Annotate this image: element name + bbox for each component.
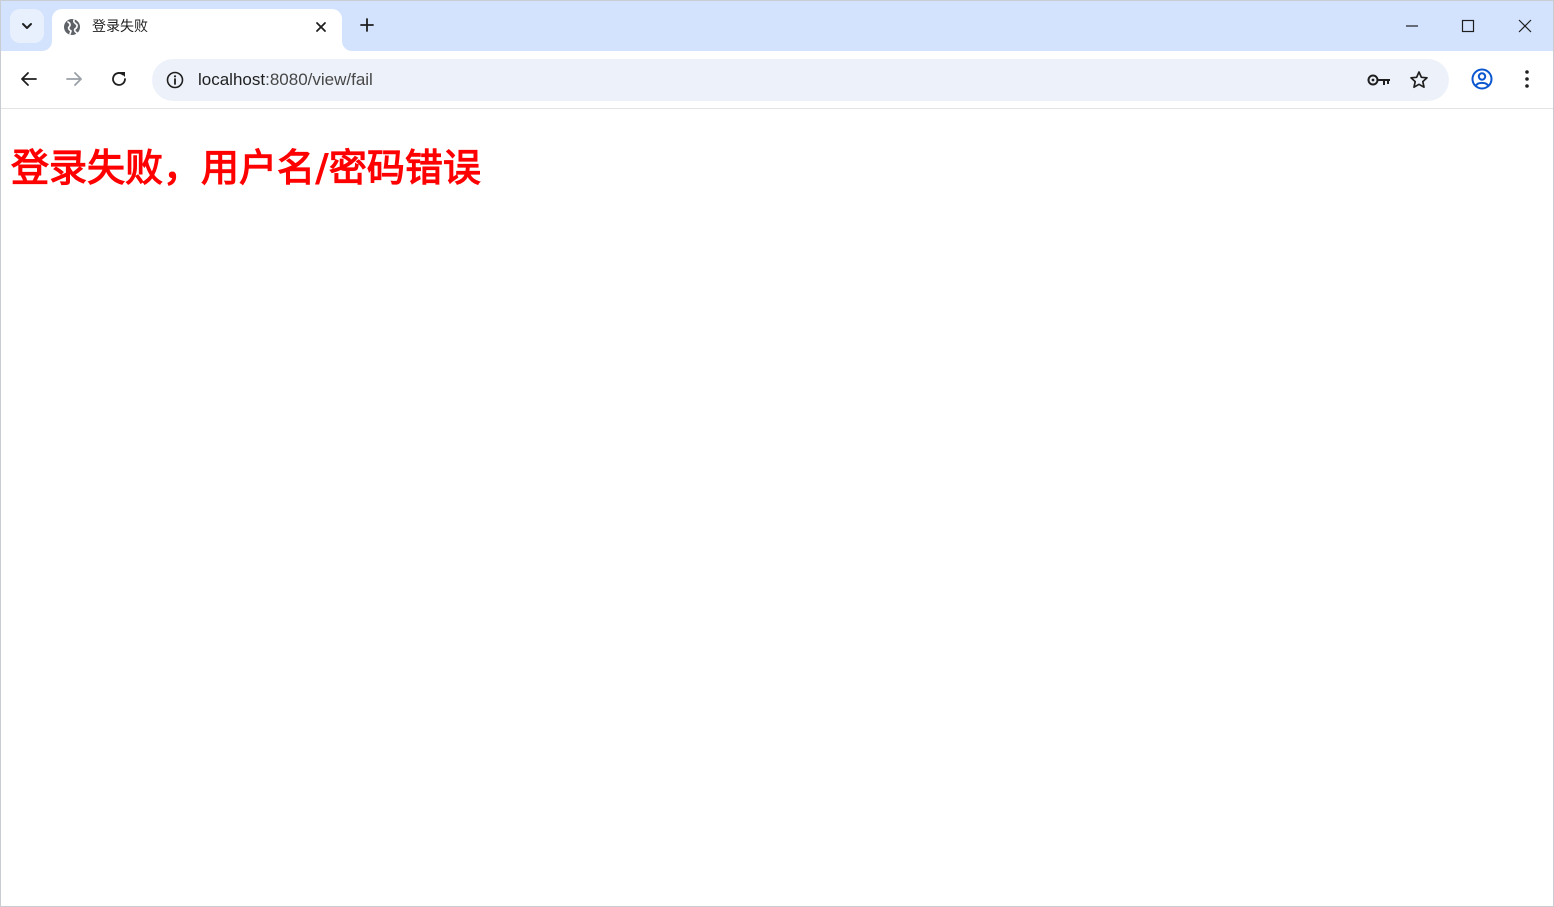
- back-button[interactable]: [12, 62, 46, 96]
- browser-toolbar: localhost:8080/view/fail: [1, 51, 1553, 109]
- password-key-button[interactable]: [1364, 65, 1394, 95]
- url-host: localhost: [198, 70, 266, 89]
- url-text[interactable]: localhost:8080/view/fail: [198, 69, 373, 91]
- kebab-menu-icon: [1525, 70, 1529, 88]
- profile-button[interactable]: [1465, 62, 1499, 96]
- reload-icon: [112, 72, 126, 86]
- tab-active[interactable]: 登录失败: [52, 9, 342, 51]
- key-icon: [1367, 74, 1390, 86]
- address-bar[interactable]: localhost:8080/view/fail: [152, 59, 1449, 101]
- plus-icon: [360, 18, 374, 32]
- info-icon: [166, 71, 184, 89]
- new-tab-button[interactable]: [353, 11, 381, 39]
- reload-button[interactable]: [102, 62, 136, 96]
- forward-button[interactable]: [57, 62, 91, 96]
- tab-title: 登录失败: [92, 19, 148, 35]
- globe-icon: [63, 18, 81, 36]
- browser-window: 登录失败 localhost:8080/view/fail 登录失败，用户名/密…: [0, 0, 1554, 907]
- close-window-button[interactable]: [1505, 9, 1545, 43]
- close-icon: [1518, 19, 1532, 33]
- chevron-down-icon: [22, 23, 32, 29]
- tab-close-button[interactable]: [310, 16, 332, 38]
- browser-menu-button[interactable]: [1510, 62, 1544, 96]
- bookmark-button[interactable]: [1404, 65, 1434, 95]
- maximize-button[interactable]: [1448, 9, 1488, 43]
- minimize-button[interactable]: [1392, 9, 1432, 43]
- arrow-left-icon: [21, 72, 37, 86]
- arrow-right-icon: [66, 72, 82, 86]
- page-content: 登录失败，用户名/密码错误: [1, 110, 1553, 906]
- maximize-icon: [1461, 19, 1475, 33]
- site-info-button[interactable]: [160, 65, 190, 95]
- minimize-icon: [1406, 25, 1418, 27]
- url-path: :8080/view/fail: [265, 70, 373, 89]
- close-icon: [316, 22, 326, 32]
- tab-search-button[interactable]: [10, 9, 44, 43]
- tab-strip: 登录失败: [1, 1, 1553, 51]
- error-heading: 登录失败，用户名/密码错误: [11, 146, 481, 190]
- star-icon: [1410, 71, 1428, 89]
- profile-icon: [1471, 68, 1493, 90]
